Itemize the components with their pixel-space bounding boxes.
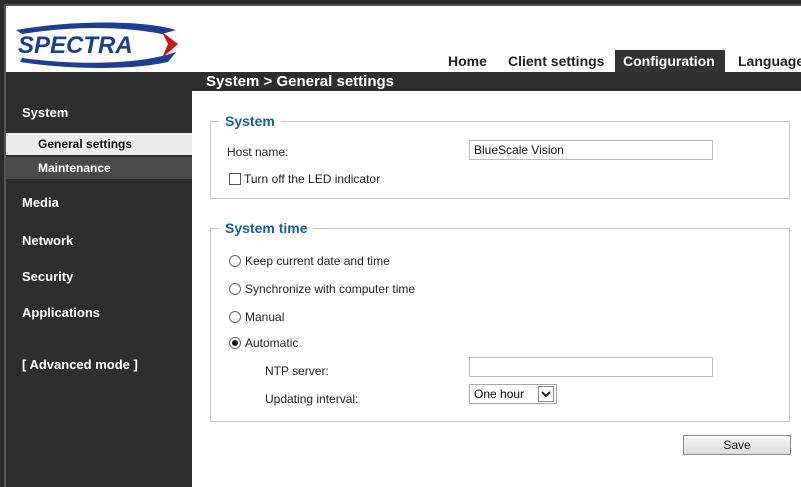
sidebar-item-system[interactable]: System [6, 105, 192, 120]
chevron-down-icon[interactable] [538, 386, 554, 402]
ntp-server-label: NTP server: [265, 364, 329, 378]
main-tabs: Home Client settings Configuration Langu… [6, 50, 801, 72]
page-breadcrumb: System > General settings [206, 73, 394, 90]
title-bar: System > General settings [6, 72, 801, 91]
led-indicator-label: Turn off the LED indicator [244, 172, 381, 186]
sidebar: System General settings Maintenance Medi… [6, 91, 192, 487]
main-content: System Host name: BlueScale Vision Turn … [192, 91, 801, 487]
manual-radio[interactable] [229, 311, 241, 323]
keep-current-radio[interactable] [229, 255, 241, 267]
tab-home[interactable]: Home [440, 50, 495, 72]
save-button[interactable]: Save [683, 435, 791, 455]
tab-client-settings[interactable]: Client settings [500, 50, 612, 72]
sync-computer-label: Synchronize with computer time [245, 282, 416, 296]
automatic-label: Automatic [245, 336, 299, 350]
sidebar-item-network[interactable]: Network [6, 233, 192, 248]
sidebar-item-maintenance[interactable]: Maintenance [6, 157, 192, 179]
system-section: System Host name: BlueScale Vision Turn … [210, 113, 790, 199]
sidebar-item-security[interactable]: Security [6, 269, 192, 284]
manual-label: Manual [245, 310, 285, 324]
sidebar-item-media[interactable]: Media [6, 195, 192, 210]
sidebar-item-applications[interactable]: Applications [6, 305, 192, 320]
ntp-server-input[interactable] [469, 357, 713, 377]
system-legend: System [219, 113, 281, 129]
sidebar-item-general-settings[interactable]: General settings [6, 133, 192, 155]
led-indicator-checkbox[interactable] [229, 173, 241, 185]
system-time-legend: System time [219, 220, 314, 236]
tab-configuration[interactable]: Configuration [615, 50, 725, 72]
automatic-radio[interactable] [229, 337, 241, 349]
browser-frame: SPECTRA Home Client settings Configurati… [4, 4, 801, 487]
host-name-label: Host name: [227, 145, 289, 159]
tab-language[interactable]: Language [730, 50, 801, 72]
updating-interval-select[interactable]: One hour [469, 384, 557, 404]
updating-interval-value: One hour [474, 387, 525, 401]
system-time-section: System time Keep current date and time S… [210, 220, 790, 422]
updating-interval-label: Updating interval: [265, 392, 359, 406]
sidebar-item-advanced-mode[interactable]: [ Advanced mode ] [6, 357, 192, 372]
header: SPECTRA Home Client settings Configurati… [6, 6, 801, 72]
host-name-input[interactable]: BlueScale Vision [469, 140, 713, 160]
keep-current-label: Keep current date and time [245, 254, 390, 268]
sync-computer-radio[interactable] [229, 283, 241, 295]
